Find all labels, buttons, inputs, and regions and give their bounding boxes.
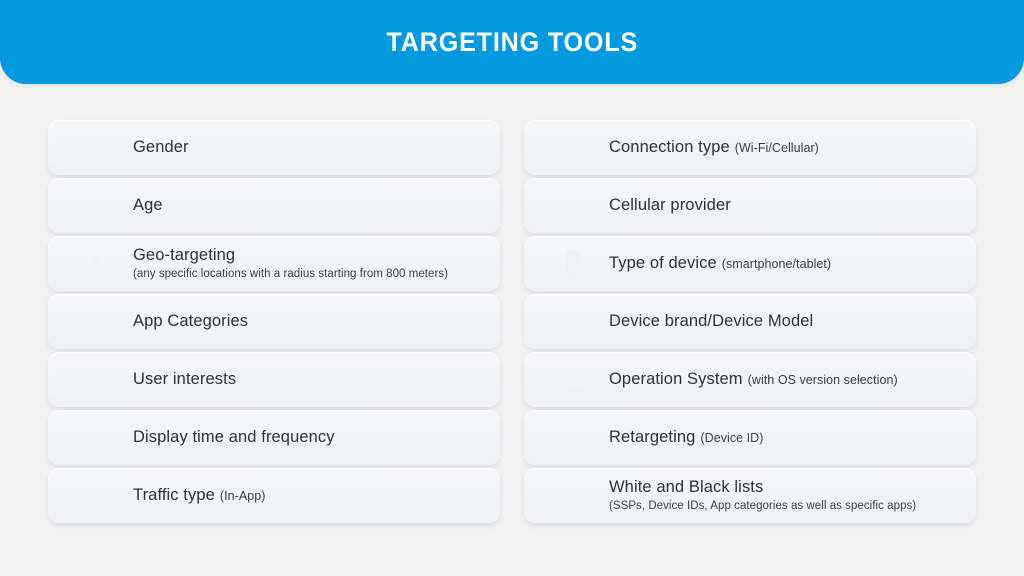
option-text: Device brand/Device Model	[596, 311, 814, 331]
targeting-options-board: Gender Age Geo-targeting (any specific loca…	[0, 84, 1024, 576]
targeting-option-row[interactable]: Retargeting (Device ID)	[524, 410, 976, 465]
smartphone-icon	[550, 244, 596, 284]
option-title-line: Age	[133, 195, 163, 215]
option-label: Geo-targeting	[133, 245, 236, 264]
android-os-icon	[550, 360, 596, 400]
option-label: Gender	[133, 137, 189, 156]
wifi-icon	[550, 128, 596, 168]
option-text: Geo-targeting (any specific locations wit…	[120, 245, 449, 280]
option-subtitle: (SSPs, Device IDs, App categories as wel…	[609, 499, 917, 512]
option-label: User interests	[133, 369, 237, 388]
option-label: Traffic type	[133, 485, 215, 504]
option-title-line: User interests	[133, 369, 237, 389]
option-text: Display time and frequency	[120, 427, 335, 447]
option-text: Age	[120, 195, 163, 215]
option-label: Age	[133, 195, 163, 214]
map-pin-icon	[74, 244, 120, 284]
targeting-option-row[interactable]: Cellular provider	[524, 178, 976, 233]
puzzle-piece-icon	[74, 360, 120, 400]
option-label: White and Black lists	[609, 477, 764, 496]
option-title-line: Display time and frequency	[133, 427, 335, 447]
targeting-option-row[interactable]: Geo-targeting (any specific locations wit…	[48, 236, 500, 291]
option-text: Operation System (with OS version selecti…	[596, 369, 898, 389]
gender-symbols-icon	[74, 128, 120, 168]
option-title-line: Cellular provider	[609, 195, 731, 215]
option-inline-note: (Wi-Fi/Cellular)	[734, 140, 819, 155]
option-title-line: Device brand/Device Model	[609, 311, 814, 331]
option-text: White and Black lists (SSPs, Device IDs, …	[596, 477, 917, 512]
option-text: App Categories	[120, 311, 249, 331]
option-label: Type of device	[609, 253, 717, 272]
option-inline-note: (In-App)	[219, 488, 266, 503]
targeting-option-row[interactable]: Operation System (with OS version selecti…	[524, 352, 976, 407]
targeting-option-row[interactable]: Connection type (Wi-Fi/Cellular)	[524, 120, 976, 175]
people-ages-icon	[74, 186, 120, 226]
option-label: App Categories	[133, 311, 249, 330]
option-inline-note: (with OS version selection)	[747, 372, 898, 387]
option-title-line: Traffic type (In-App)	[133, 485, 266, 505]
apple-icon	[550, 302, 596, 342]
app-grid-phone-icon	[74, 302, 120, 342]
option-label: Operation System	[609, 369, 743, 388]
targeting-option-row[interactable]: Display time and frequency	[48, 410, 500, 465]
option-text: Gender	[120, 137, 189, 157]
option-label: Connection type	[609, 137, 730, 156]
option-title-line: Retargeting (Device ID)	[609, 427, 764, 447]
targeting-option-row[interactable]: Device brand/Device Model	[524, 294, 976, 349]
option-title-line: Type of device (smartphone/tablet)	[609, 253, 832, 273]
cell-tower-icon	[550, 186, 596, 226]
targeting-option-row[interactable]: Type of device (smartphone/tablet)	[524, 236, 976, 291]
hourglass-icon	[74, 418, 120, 458]
option-title-line: Connection type (Wi-Fi/Cellular)	[609, 137, 819, 157]
page-header: TARGETING TOOLS	[0, 0, 1024, 84]
option-text: User interests	[120, 369, 237, 389]
option-inline-note: (smartphone/tablet)	[721, 256, 832, 271]
list-icon	[550, 476, 596, 516]
option-inline-note: (Device ID)	[700, 430, 764, 445]
target-bullseye-icon	[550, 418, 596, 458]
traffic-search-icon	[74, 476, 120, 516]
option-text: Traffic type (In-App)	[120, 485, 266, 505]
option-label: Retargeting	[609, 427, 696, 446]
left-column: Gender Age Geo-targeting (any specific loca…	[48, 120, 500, 576]
option-text: Type of device (smartphone/tablet)	[596, 253, 832, 273]
option-title-line: Gender	[133, 137, 189, 157]
targeting-option-row[interactable]: Traffic type (In-App)	[48, 468, 500, 523]
option-title-line: App Categories	[133, 311, 249, 331]
option-label: Device brand/Device Model	[609, 311, 814, 330]
right-column: Connection type (Wi-Fi/Cellular) Cellular …	[524, 120, 976, 576]
option-text: Connection type (Wi-Fi/Cellular)	[596, 137, 819, 157]
page-title: TARGETING TOOLS	[386, 26, 638, 57]
option-title-line: Operation System (with OS version selecti…	[609, 369, 898, 389]
option-text: Retargeting (Device ID)	[596, 427, 764, 447]
option-label: Display time and frequency	[133, 427, 335, 446]
option-label: Cellular provider	[609, 195, 731, 214]
targeting-option-row[interactable]: User interests	[48, 352, 500, 407]
targeting-option-row[interactable]: Gender	[48, 120, 500, 175]
option-title-line: Geo-targeting	[133, 245, 448, 265]
option-text: Cellular provider	[596, 195, 731, 215]
targeting-option-row[interactable]: App Categories	[48, 294, 500, 349]
option-subtitle: (any specific locations with a radius st…	[133, 267, 449, 280]
option-title-line: White and Black lists	[609, 477, 916, 497]
targeting-option-row[interactable]: Age	[48, 178, 500, 233]
targeting-option-row[interactable]: White and Black lists (SSPs, Device IDs, …	[524, 468, 976, 523]
